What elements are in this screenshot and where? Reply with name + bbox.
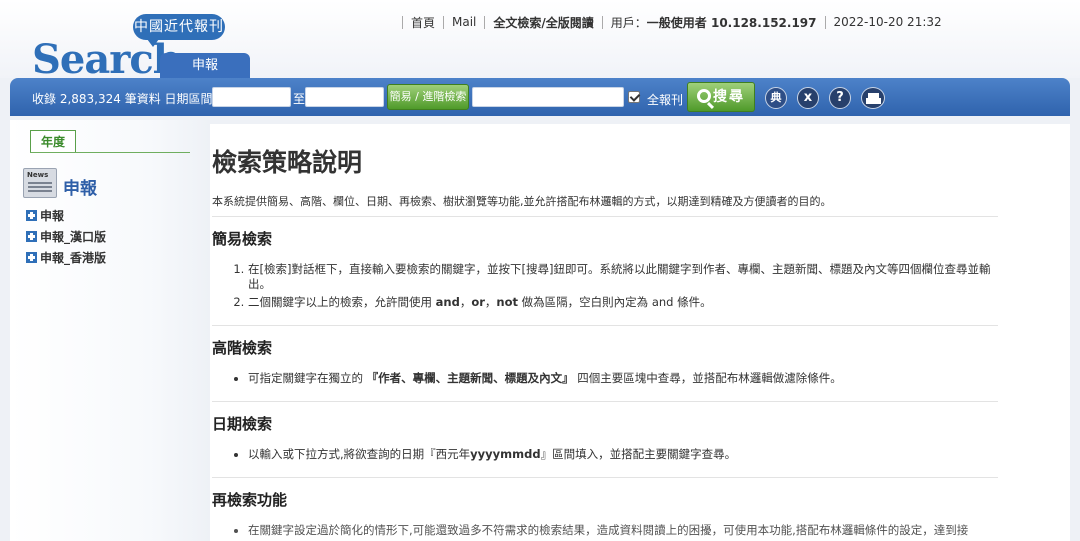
text: 做為區隔，空白則內定為 and 條件。	[518, 295, 712, 309]
sidebar-divider	[30, 152, 190, 153]
keyword-input[interactable]	[472, 87, 624, 107]
text: 』區間填入，並搭配主要關鍵字查尋。	[540, 447, 737, 461]
expand-plus-icon[interactable]	[26, 252, 37, 263]
sidebar-title: 申報	[63, 179, 97, 199]
expand-plus-icon[interactable]	[26, 231, 37, 242]
user-label: 用戶：	[610, 15, 647, 30]
section-refine-search: 再檢索功能 在關鍵字設定過於簡化的情形下,可能還致過多不符需求的檢索結果，造成資…	[212, 490, 998, 541]
nav-home-link[interactable]: 首頁	[411, 14, 435, 31]
section-title: 簡易檢索	[212, 230, 273, 248]
datetime: 2022-10-20 21:32	[833, 15, 942, 29]
tab-shenbao[interactable]: 申報	[160, 53, 250, 79]
divider	[212, 401, 998, 402]
divider	[212, 216, 998, 217]
tree-item-label: 申報_漢口版	[40, 230, 107, 244]
nav-divider	[824, 15, 826, 29]
text: 以輸入或下拉方式,將欲查詢的日期『西元年	[248, 447, 471, 461]
list-item: 在關鍵字設定過於簡化的情形下,可能還致過多不符需求的檢索結果，造成資料閱讀上的困…	[248, 523, 998, 538]
text: ，	[459, 295, 472, 309]
text: 四個主要區塊中查尋，並搭配布林邏輯做濾除條件。	[573, 371, 842, 385]
nav-divider	[402, 15, 403, 29]
magnifier-icon	[697, 89, 711, 103]
nav-divider	[443, 15, 445, 29]
logo-text: Search	[32, 36, 182, 83]
intro-text: 本系統提供簡易、高階、欄位、日期、再檢索、樹狀瀏覽等功能,並允許搭配布林邏輯的方…	[212, 195, 832, 208]
top-nav: 首頁 Mail 全文檢索/全版閱讀 用戶： 一般使用者 10.128.152.1…	[394, 13, 942, 31]
divider	[212, 477, 998, 478]
date-search-list: 以輸入或下拉方式,將欲查詢的日期『西元年yyyymmdd』區間填入，並搭配主要關…	[212, 447, 998, 462]
text: ，	[484, 295, 497, 309]
text: not	[496, 295, 519, 309]
main-content: 檢索策略說明 本系統提供簡易、高階、欄位、日期、再檢索、樹狀瀏覽等功能,並允許搭…	[210, 124, 1070, 541]
record-count-label: 收錄 2,883,324 筆資料 日期區間:	[32, 92, 217, 106]
list-item: 以輸入或下拉方式,將欲查詢的日期『西元年yyyymmdd』區間填入，並搭配主要關…	[248, 447, 998, 462]
date-from-input[interactable]	[212, 87, 291, 107]
all-papers-checkbox[interactable]	[628, 91, 640, 103]
print-icon[interactable]	[861, 87, 885, 109]
simple-search-list: 在[檢索]對話框下，直接輸入要檢索的關鍵字，並按下[搜尋]鈕即可。系統將以此關鍵…	[212, 262, 998, 310]
divider	[212, 325, 998, 326]
section-simple-search: 簡易檢索 在[檢索]對話框下，直接輸入要檢索的關鍵字，並按下[搜尋]鈕即可。系統…	[212, 229, 998, 319]
section-title: 日期檢索	[212, 415, 273, 433]
search-button-label: 搜尋	[713, 89, 745, 105]
tree-item-hankou[interactable]: 申報_漢口版	[26, 228, 106, 245]
text: 『作者、專欄、主題新聞、標題及內文』	[366, 371, 574, 385]
text: and	[435, 295, 460, 309]
dictionary-icon[interactable]: 典	[765, 87, 787, 109]
date-to-input[interactable]	[305, 87, 384, 107]
date-to-label: 至	[293, 92, 306, 106]
tree-item-label: 申報_香港版	[40, 251, 107, 265]
list-item: 在[檢索]對話框下，直接輸入要檢索的關鍵字，並按下[搜尋]鈕即可。系統將以此關鍵…	[248, 262, 998, 292]
nav-divider	[601, 15, 603, 29]
text: yyyymmdd	[470, 447, 541, 461]
nav-fulltext-link[interactable]: 全文檢索/全版閱讀	[493, 14, 593, 31]
text: 可指定關鍵字在獨立的	[248, 371, 367, 385]
advanced-search-list: 可指定關鍵字在獨立的 『作者、專欄、主題新聞、標題及內文』 四個主要區塊中查尋，…	[212, 371, 998, 386]
tab-year[interactable]: 年度	[30, 130, 76, 152]
section-title: 再檢索功能	[212, 491, 288, 509]
section-title: 高階檢索	[212, 339, 273, 357]
clear-icon[interactable]: x	[797, 87, 819, 109]
text: 二個關鍵字以上的檢索，允許間使用	[248, 295, 436, 309]
newspaper-icon	[23, 168, 57, 198]
page-title: 檢索策略說明	[212, 148, 363, 177]
tree-item-label: 申報	[40, 209, 65, 223]
tree-item-shenbao[interactable]: 申報	[26, 207, 64, 224]
list-item: 二個關鍵字以上的檢索，允許間使用 and，or，not 做為區隔，空白則內定為 …	[248, 295, 998, 310]
nav-divider	[484, 15, 486, 29]
list-item: 可指定關鍵字在獨立的 『作者、專欄、主題新聞、標題及內文』 四個主要區塊中查尋，…	[248, 371, 998, 386]
tree-item-hongkong[interactable]: 申報_香港版	[26, 249, 106, 266]
refine-search-list: 在關鍵字設定過於簡化的情形下,可能還致過多不符需求的檢索結果，造成資料閱讀上的困…	[212, 523, 998, 538]
page-header: 中國近代報刊 Search 申報 首頁 Mail 全文檢索/全版閱讀 用戶： 一…	[0, 0, 1080, 82]
section-advanced-search: 高階檢索 可指定關鍵字在獨立的 『作者、專欄、主題新聞、標題及內文』 四個主要區…	[212, 338, 998, 395]
sidebar: 年度 申報 申報 申報_漢口版 申報_香港版	[10, 120, 210, 541]
nav-mail-link[interactable]: Mail	[452, 15, 476, 29]
help-icon[interactable]: ?	[829, 87, 851, 109]
search-toolbar: 收錄 2,883,324 筆資料 日期區間: 至 簡易 / 進階檢索 全報刊 搜…	[10, 78, 1070, 116]
text: or	[471, 295, 485, 309]
section-date-search: 日期檢索 以輸入或下拉方式,將欲查詢的日期『西元年yyyymmdd』區間填入，並…	[212, 414, 998, 471]
search-button[interactable]: 搜尋	[687, 82, 755, 112]
expand-plus-icon[interactable]	[26, 210, 37, 221]
user-value: 一般使用者 10.128.152.197	[646, 15, 817, 30]
all-papers-label: 全報刊	[647, 93, 684, 107]
advanced-search-button[interactable]: 簡易 / 進階檢索	[387, 84, 469, 110]
